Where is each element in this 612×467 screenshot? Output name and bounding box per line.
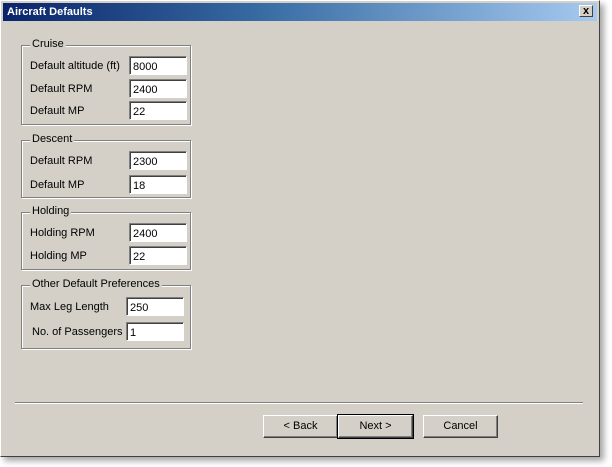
- descent-rpm-input[interactable]: [129, 151, 187, 170]
- descent-rpm-row: Default RPM: [30, 151, 190, 171]
- cruise-altitude-label: Default altitude (ft): [30, 60, 120, 72]
- descent-group: Descent Default RPM Default MP: [21, 133, 191, 198]
- cruise-mp-label: Default MP: [30, 105, 85, 117]
- holding-rpm-row: Holding RPM: [30, 223, 190, 243]
- cruise-mp-row: Default MP: [30, 101, 190, 121]
- cancel-button[interactable]: Cancel: [423, 415, 498, 438]
- holding-rpm-label: Holding RPM: [30, 227, 95, 239]
- cruise-altitude-input[interactable]: [129, 56, 187, 75]
- passengers-input[interactable]: [126, 322, 184, 341]
- descent-rpm-label: Default RPM: [30, 155, 93, 167]
- max-leg-length-label: Max Leg Length: [30, 301, 109, 313]
- holding-group: Holding Holding RPM Holding MP: [21, 205, 191, 270]
- cruise-altitude-row: Default altitude (ft): [30, 56, 190, 76]
- cruise-rpm-input[interactable]: [129, 79, 187, 98]
- max-leg-length-row: Max Leg Length: [30, 297, 190, 317]
- max-leg-length-input[interactable]: [126, 297, 184, 316]
- passengers-row: No. of Passengers: [30, 322, 190, 342]
- holding-mp-input[interactable]: [129, 246, 187, 265]
- other-preferences-group: Other Default Preferences Max Leg Length…: [21, 278, 191, 349]
- cruise-mp-input[interactable]: [129, 101, 187, 120]
- descent-mp-row: Default MP: [30, 175, 190, 195]
- passengers-label: No. of Passengers: [32, 326, 123, 338]
- descent-mp-label: Default MP: [30, 179, 85, 191]
- descent-mp-input[interactable]: [129, 175, 187, 194]
- descent-legend: Descent: [30, 133, 75, 145]
- title-bar[interactable]: Aircraft Defaults x: [3, 3, 597, 21]
- back-button[interactable]: < Back: [263, 415, 338, 438]
- close-icon: x: [582, 5, 590, 17]
- holding-rpm-input[interactable]: [129, 223, 187, 242]
- window-title: Aircraft Defaults: [7, 6, 93, 18]
- holding-mp-row: Holding MP: [30, 246, 190, 266]
- button-separator: [15, 402, 583, 404]
- close-button[interactable]: x: [579, 5, 593, 17]
- cruise-group: Cruise Default altitude (ft) Default RPM…: [21, 38, 191, 125]
- dialog-window: Aircraft Defaults x Cruise Default altit…: [0, 0, 600, 457]
- holding-mp-label: Holding MP: [30, 250, 87, 262]
- cruise-legend: Cruise: [30, 38, 66, 50]
- next-button[interactable]: Next >: [337, 414, 414, 439]
- other-preferences-legend: Other Default Preferences: [30, 278, 162, 290]
- cruise-rpm-label: Default RPM: [30, 83, 93, 95]
- holding-legend: Holding: [30, 205, 72, 217]
- cruise-rpm-row: Default RPM: [30, 79, 190, 99]
